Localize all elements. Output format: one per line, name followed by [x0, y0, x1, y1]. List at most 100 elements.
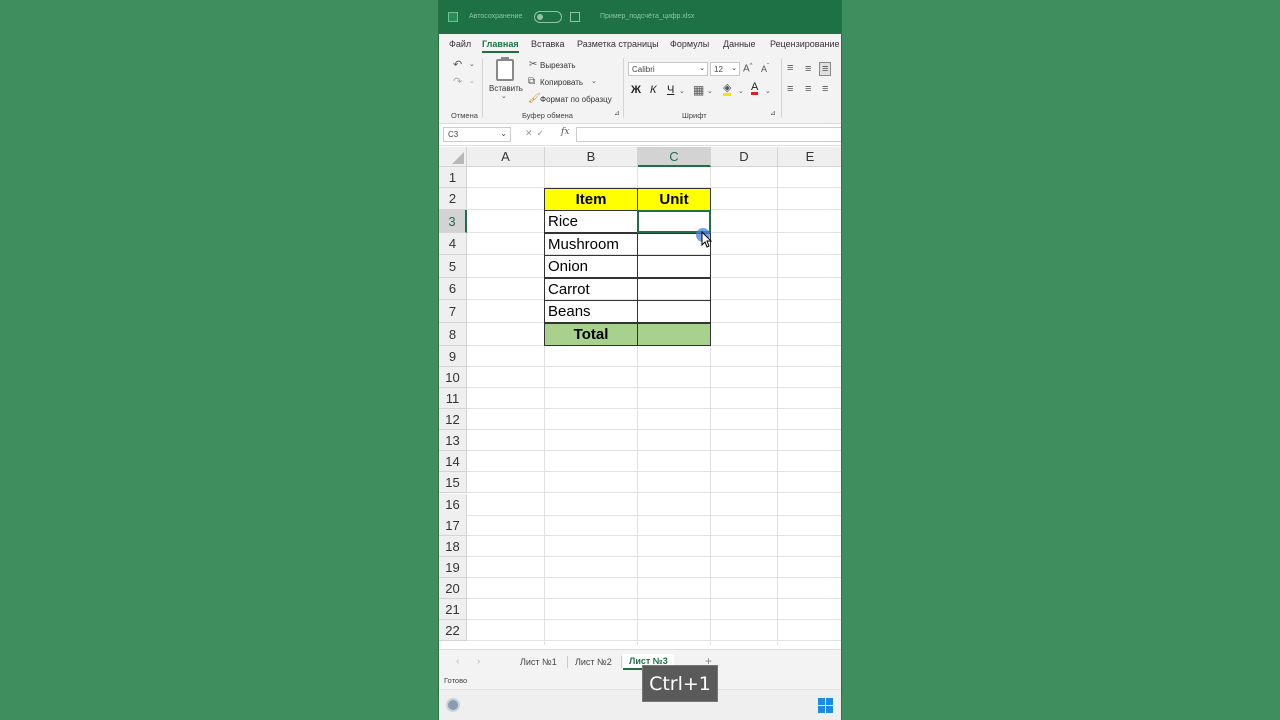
grow-font-icon[interactable]: A^ — [743, 63, 753, 74]
select-all-button[interactable] — [439, 147, 467, 167]
font-color-icon[interactable]: A — [751, 82, 759, 95]
scissors-icon[interactable]: ✂ — [529, 59, 537, 70]
align-left-icon[interactable]: ≡ — [787, 83, 793, 95]
tab-scroll-left-icon[interactable]: ‹ — [456, 656, 459, 667]
search-icon[interactable] — [446, 698, 460, 712]
cell-b4[interactable]: Mushroom — [544, 233, 638, 256]
row-header-10[interactable]: 10 — [439, 367, 467, 388]
confirm-icon[interactable]: ✓ — [537, 128, 549, 138]
borders-dropdown-icon[interactable]: ⌄ — [707, 87, 713, 95]
save-icon[interactable] — [570, 12, 580, 22]
row-header-6[interactable]: 6 — [439, 278, 467, 300]
redo-icon[interactable]: ↷ — [453, 75, 462, 88]
format-painter-icon[interactable]: 🖌 — [528, 93, 541, 104]
align-center-icon[interactable]: ≡ — [805, 83, 811, 95]
font-color-dropdown-icon[interactable]: ⌄ — [765, 87, 771, 95]
row-header-9[interactable]: 9 — [439, 346, 467, 367]
cell-b5[interactable]: Onion — [544, 255, 638, 278]
align-right-icon[interactable]: ≡ — [822, 83, 828, 95]
sheet-tab-1[interactable]: Лист №1 — [520, 657, 557, 667]
row-header-19[interactable]: 19 — [439, 557, 467, 578]
cell-b7[interactable]: Beans — [544, 300, 638, 323]
cell-b2-item-header[interactable]: Item — [544, 188, 638, 211]
cell-c8[interactable] — [637, 323, 711, 346]
row-header-18[interactable]: 18 — [439, 536, 467, 557]
row-header-2[interactable]: 2 — [439, 188, 467, 210]
ribbon: ↶ ⌄ ↷ ⌄ Отмена Вставить ⌄ ✂ Вырезать ⧉ К… — [439, 54, 841, 124]
gridline-horizontal — [467, 387, 841, 388]
cancel-icon[interactable]: ✕ — [525, 128, 537, 138]
cell-c7[interactable] — [637, 300, 711, 323]
row-header-11[interactable]: 11 — [439, 388, 467, 409]
name-box[interactable]: C3 ⌄ — [443, 127, 511, 142]
row-header-13[interactable]: 13 — [439, 430, 467, 451]
cell-c2-unit-header[interactable]: Unit — [637, 188, 711, 211]
shrink-font-icon[interactable]: Aˇ — [761, 64, 769, 74]
italic-button[interactable]: К — [650, 84, 656, 96]
column-header-a[interactable]: A — [467, 147, 545, 167]
font-size-select[interactable]: 12 ⌄ — [710, 62, 740, 76]
row-header-20[interactable]: 20 — [439, 578, 467, 599]
row-header-5[interactable]: 5 — [439, 255, 467, 278]
row-header-17[interactable]: 17 — [439, 515, 467, 536]
underline-dropdown-icon[interactable]: ⌄ — [679, 87, 685, 95]
column-header-b[interactable]: B — [545, 147, 638, 167]
undo-dropdown-icon[interactable]: ⌄ — [469, 60, 475, 68]
windows-start-icon[interactable] — [818, 698, 833, 713]
paste-dropdown-icon[interactable]: ⌄ — [501, 92, 507, 100]
align-middle-icon[interactable]: ≡ — [805, 63, 811, 75]
redo-dropdown-icon[interactable]: ⌄ — [469, 77, 475, 85]
copy-button[interactable]: Копировать — [540, 78, 583, 87]
fill-dropdown-icon[interactable]: ⌄ — [738, 87, 744, 95]
row-header-7[interactable]: 7 — [439, 300, 467, 323]
autosave-toggle[interactable] — [534, 11, 562, 23]
tab-scroll-right-icon[interactable]: › — [477, 656, 480, 667]
copy-dropdown-icon[interactable]: ⌄ — [591, 77, 597, 85]
format-painter-button[interactable]: Формат по образцу — [540, 95, 612, 104]
row-header-3[interactable]: 3 — [439, 210, 467, 233]
column-header-d[interactable]: D — [711, 147, 778, 167]
row-header-16[interactable]: 16 — [439, 494, 467, 516]
tab-file[interactable]: Файл — [449, 39, 471, 49]
row-header-15[interactable]: 15 — [439, 472, 467, 493]
font-launcher-icon[interactable]: ⊿ — [770, 109, 776, 117]
row-header-8[interactable]: 8 — [439, 323, 467, 346]
tab-home[interactable]: Главная — [482, 39, 519, 53]
sheet-tab-2[interactable]: Лист №2 — [575, 657, 612, 667]
cell-c6[interactable] — [637, 278, 711, 301]
row-header-12[interactable]: 12 — [439, 409, 467, 430]
tab-formulas[interactable]: Формулы — [670, 39, 709, 49]
file-name[interactable]: Пример_подсчёта_цифр.xlsx — [600, 13, 694, 20]
gridline-horizontal — [467, 556, 841, 557]
insert-function-button[interactable]: fx — [561, 127, 569, 137]
font-name-select[interactable]: Calibri ⌄ — [628, 62, 708, 76]
underline-button[interactable]: Ч — [667, 84, 674, 96]
cut-button[interactable]: Вырезать — [540, 61, 576, 70]
cell-c5[interactable] — [637, 255, 711, 278]
cell-b3[interactable]: Rice — [544, 210, 638, 233]
copy-icon[interactable]: ⧉ — [528, 76, 535, 87]
align-top-icon[interactable]: ≡ — [787, 62, 793, 74]
tab-data[interactable]: Данные — [723, 39, 756, 49]
tab-insert[interactable]: Вставка — [531, 39, 564, 49]
column-header-e[interactable]: E — [778, 147, 841, 167]
row-header-21[interactable]: 21 — [439, 599, 467, 620]
cell-b6[interactable]: Carrot — [544, 278, 638, 301]
bold-button[interactable]: Ж — [631, 84, 641, 96]
align-bottom-icon[interactable]: ≡ — [819, 62, 832, 76]
paste-icon[interactable] — [496, 57, 514, 81]
fill-color-icon[interactable]: ◈ — [723, 83, 732, 96]
row-header-4[interactable]: 4 — [439, 233, 467, 255]
row-header-14[interactable]: 14 — [439, 451, 467, 472]
gridline-vertical — [777, 167, 778, 645]
tab-review[interactable]: Рецензирование — [770, 39, 840, 49]
tab-page-layout[interactable]: Разметка страницы — [577, 39, 659, 49]
undo-icon[interactable]: ↶ — [453, 58, 462, 71]
clipboard-launcher-icon[interactable]: ⊿ — [614, 109, 620, 117]
formula-input[interactable] — [576, 127, 841, 142]
row-header-1[interactable]: 1 — [439, 167, 467, 188]
row-header-22[interactable]: 22 — [439, 620, 467, 641]
cell-b8-total[interactable]: Total — [544, 323, 638, 346]
column-header-c[interactable]: C — [638, 147, 711, 167]
borders-icon[interactable]: ▦ — [693, 83, 704, 97]
